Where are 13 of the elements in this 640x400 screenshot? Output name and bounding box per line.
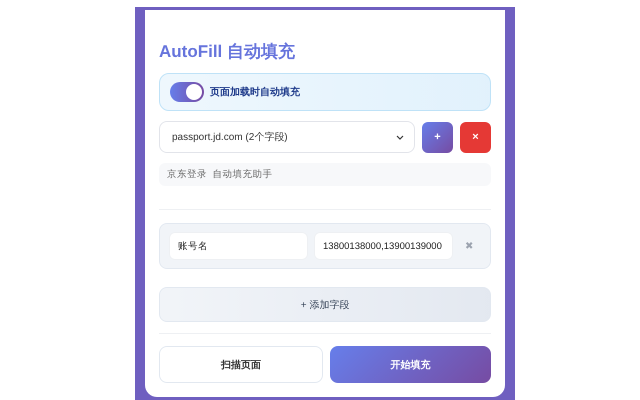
delete-site-button[interactable]: × bbox=[460, 122, 491, 152]
fill-button[interactable]: 开始填充 bbox=[330, 346, 491, 383]
add-field-button[interactable]: + 添加字段 bbox=[159, 287, 491, 322]
site-note: 京东登录 自动填充助手 bbox=[159, 163, 491, 186]
field-value-input[interactable]: 13800138000,13900139000 bbox=[314, 232, 453, 260]
add-site-button[interactable]: + bbox=[422, 122, 453, 152]
app-title: AutoFill 自动填充 bbox=[159, 41, 296, 63]
site-select[interactable]: passport.jd.com (2个字段) bbox=[159, 121, 415, 153]
scan-button[interactable]: 扫描页面 bbox=[159, 346, 322, 383]
toggle-switch[interactable] bbox=[170, 82, 204, 102]
toggle-label: 页面加载时自动填充 bbox=[210, 85, 300, 99]
chevron-down-icon bbox=[396, 134, 404, 140]
field-name-input[interactable]: 账号名 bbox=[169, 232, 308, 260]
